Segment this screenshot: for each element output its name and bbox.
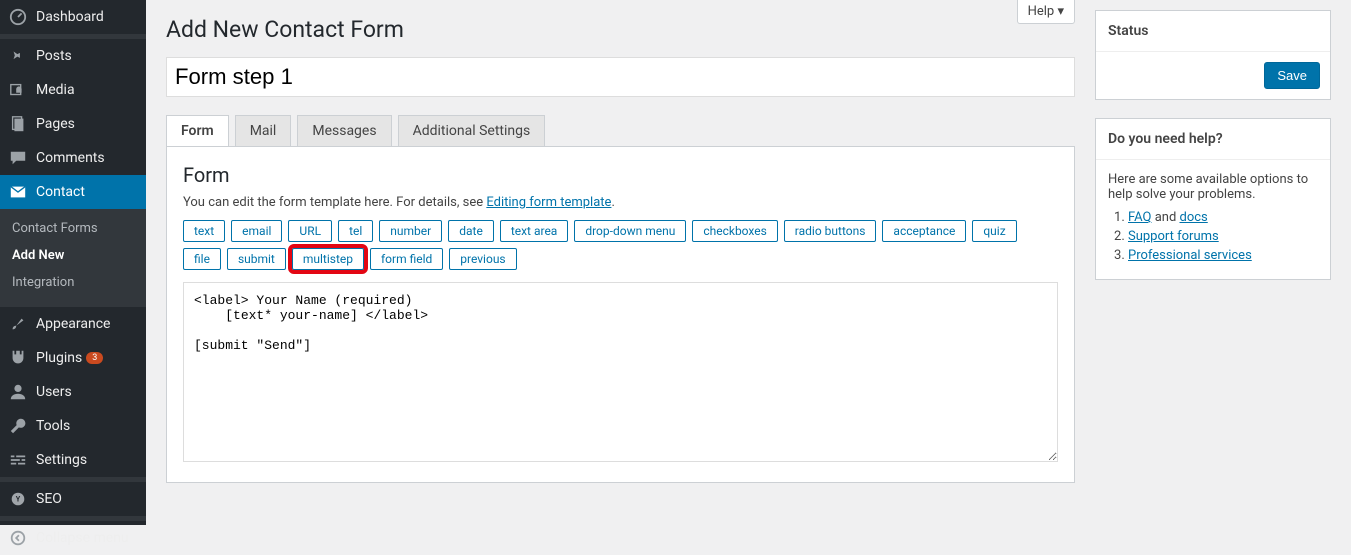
form-panel: Form You can edit the form template here… bbox=[166, 146, 1075, 483]
status-box: Status Save bbox=[1095, 10, 1331, 100]
help-box: Do you need help? Here are some availabl… bbox=[1095, 118, 1331, 280]
user-icon bbox=[8, 382, 28, 402]
menu-label: Settings bbox=[36, 452, 87, 468]
tag-URL[interactable]: URL bbox=[288, 220, 332, 242]
tag-generator-row: text email URL tel number date text areadrop-d… bbox=[183, 220, 1058, 270]
svg-text:Y: Y bbox=[16, 495, 21, 504]
menu-media[interactable]: Media bbox=[0, 73, 146, 107]
menu-label: Users bbox=[36, 384, 72, 400]
brush-icon bbox=[8, 314, 28, 334]
mail-icon bbox=[8, 182, 28, 202]
submenu-contact: Contact Forms Add New Integration bbox=[0, 209, 146, 302]
panel-description: You can edit the form template here. For… bbox=[183, 195, 1058, 210]
menu-pages[interactable]: Pages bbox=[0, 107, 146, 141]
menu-appearance[interactable]: Appearance bbox=[0, 307, 146, 341]
dashboard-icon bbox=[8, 7, 28, 27]
plugin-update-badge: 3 bbox=[86, 352, 103, 364]
menu-posts[interactable]: Posts bbox=[0, 39, 146, 73]
admin-sidebar: Dashboard Posts Media Pages Comments Con… bbox=[0, 0, 146, 525]
menu-label: Appearance bbox=[36, 316, 110, 332]
plug-icon bbox=[8, 348, 28, 368]
tag-number[interactable]: number bbox=[379, 220, 442, 242]
support-link[interactable]: Support forums bbox=[1128, 229, 1219, 244]
panel-desc-text: You can edit the form template here. For… bbox=[183, 195, 486, 210]
status-heading: Status bbox=[1096, 11, 1330, 52]
wrench-icon bbox=[8, 416, 28, 436]
submenu-integration[interactable]: Integration bbox=[0, 269, 146, 296]
save-button[interactable]: Save bbox=[1264, 62, 1320, 89]
tag-submit[interactable]: submit bbox=[227, 248, 286, 270]
menu-label: Media bbox=[36, 82, 75, 98]
menu-label: Contact bbox=[36, 184, 85, 200]
faq-link[interactable]: FAQ bbox=[1128, 210, 1151, 225]
tab-form[interactable]: Form bbox=[166, 115, 229, 146]
tab-additional-settings[interactable]: Additional Settings bbox=[398, 115, 546, 146]
tag-form-field[interactable]: form field bbox=[370, 248, 443, 270]
help-item-faq: FAQ and docs bbox=[1128, 210, 1318, 225]
help-intro: Here are some available options to help … bbox=[1108, 172, 1318, 202]
menu-label: Collapse menu bbox=[36, 530, 129, 546]
menu-label: Dashboard bbox=[36, 9, 104, 25]
menu-settings[interactable]: Settings bbox=[0, 443, 146, 477]
tag-file[interactable]: file bbox=[183, 248, 221, 270]
professional-link[interactable]: Professional services bbox=[1128, 248, 1252, 263]
tag-email[interactable]: email bbox=[231, 220, 282, 242]
tab-row: Form Mail Messages Additional Settings bbox=[166, 115, 1075, 146]
tag-previous[interactable]: previous bbox=[449, 248, 516, 270]
tag-checkboxes[interactable]: checkboxes bbox=[692, 220, 777, 242]
page-title: Add New Contact Form bbox=[166, 16, 1075, 43]
form-textarea[interactable] bbox=[183, 282, 1058, 462]
docs-link[interactable]: docs bbox=[1180, 210, 1208, 225]
comment-icon bbox=[8, 148, 28, 168]
tag-acceptance[interactable]: acceptance bbox=[882, 220, 966, 242]
submenu-add-new[interactable]: Add New bbox=[0, 242, 146, 269]
chevron-down-icon: ▾ bbox=[1057, 4, 1064, 19]
page-icon bbox=[8, 114, 28, 134]
help-label: Help bbox=[1028, 4, 1055, 19]
menu-label: Pages bbox=[36, 116, 75, 132]
tag-radio-buttons[interactable]: radio buttons bbox=[784, 220, 877, 242]
menu-comments[interactable]: Comments bbox=[0, 141, 146, 175]
menu-label: Plugins bbox=[36, 350, 82, 366]
tag-tel[interactable]: tel bbox=[338, 220, 373, 242]
tag-text[interactable]: text bbox=[183, 220, 225, 242]
help-heading: Do you need help? bbox=[1096, 119, 1330, 160]
tag-drop-down-menu[interactable]: drop-down menu bbox=[574, 220, 686, 242]
menu-label: SEO bbox=[36, 491, 62, 507]
pin-icon bbox=[8, 46, 28, 66]
menu-contact[interactable]: Contact bbox=[0, 175, 146, 209]
seo-icon: Y bbox=[8, 489, 28, 509]
menu-seo[interactable]: Y SEO bbox=[0, 482, 146, 516]
tag-date[interactable]: date bbox=[448, 220, 494, 242]
media-icon bbox=[8, 80, 28, 100]
help-list: FAQ and docs Support forums Professional… bbox=[1108, 210, 1318, 263]
menu-label: Posts bbox=[36, 48, 72, 64]
tab-mail[interactable]: Mail bbox=[235, 115, 292, 146]
help-item-support: Support forums bbox=[1128, 229, 1318, 244]
tag-text-area[interactable]: text area bbox=[500, 220, 569, 242]
editing-template-link[interactable]: Editing form template bbox=[486, 195, 611, 210]
help-tab[interactable]: Help ▾ bbox=[1017, 0, 1075, 24]
tag-quiz[interactable]: quiz bbox=[972, 220, 1016, 242]
collapse-icon bbox=[8, 528, 28, 548]
menu-tools[interactable]: Tools bbox=[0, 409, 146, 443]
form-title-input[interactable] bbox=[166, 57, 1075, 97]
menu-users[interactable]: Users bbox=[0, 375, 146, 409]
menu-collapse[interactable]: Collapse menu bbox=[0, 521, 146, 555]
panel-heading: Form bbox=[183, 163, 1058, 187]
tag-multistep[interactable]: multistep bbox=[292, 248, 364, 270]
help-item-pro: Professional services bbox=[1128, 248, 1318, 263]
tab-messages[interactable]: Messages bbox=[297, 115, 391, 146]
menu-label: Comments bbox=[36, 150, 105, 166]
menu-label: Tools bbox=[36, 418, 70, 434]
sliders-icon bbox=[8, 450, 28, 470]
menu-dashboard[interactable]: Dashboard bbox=[0, 0, 146, 34]
menu-plugins[interactable]: Plugins 3 bbox=[0, 341, 146, 375]
submenu-contact-forms[interactable]: Contact Forms bbox=[0, 215, 146, 242]
